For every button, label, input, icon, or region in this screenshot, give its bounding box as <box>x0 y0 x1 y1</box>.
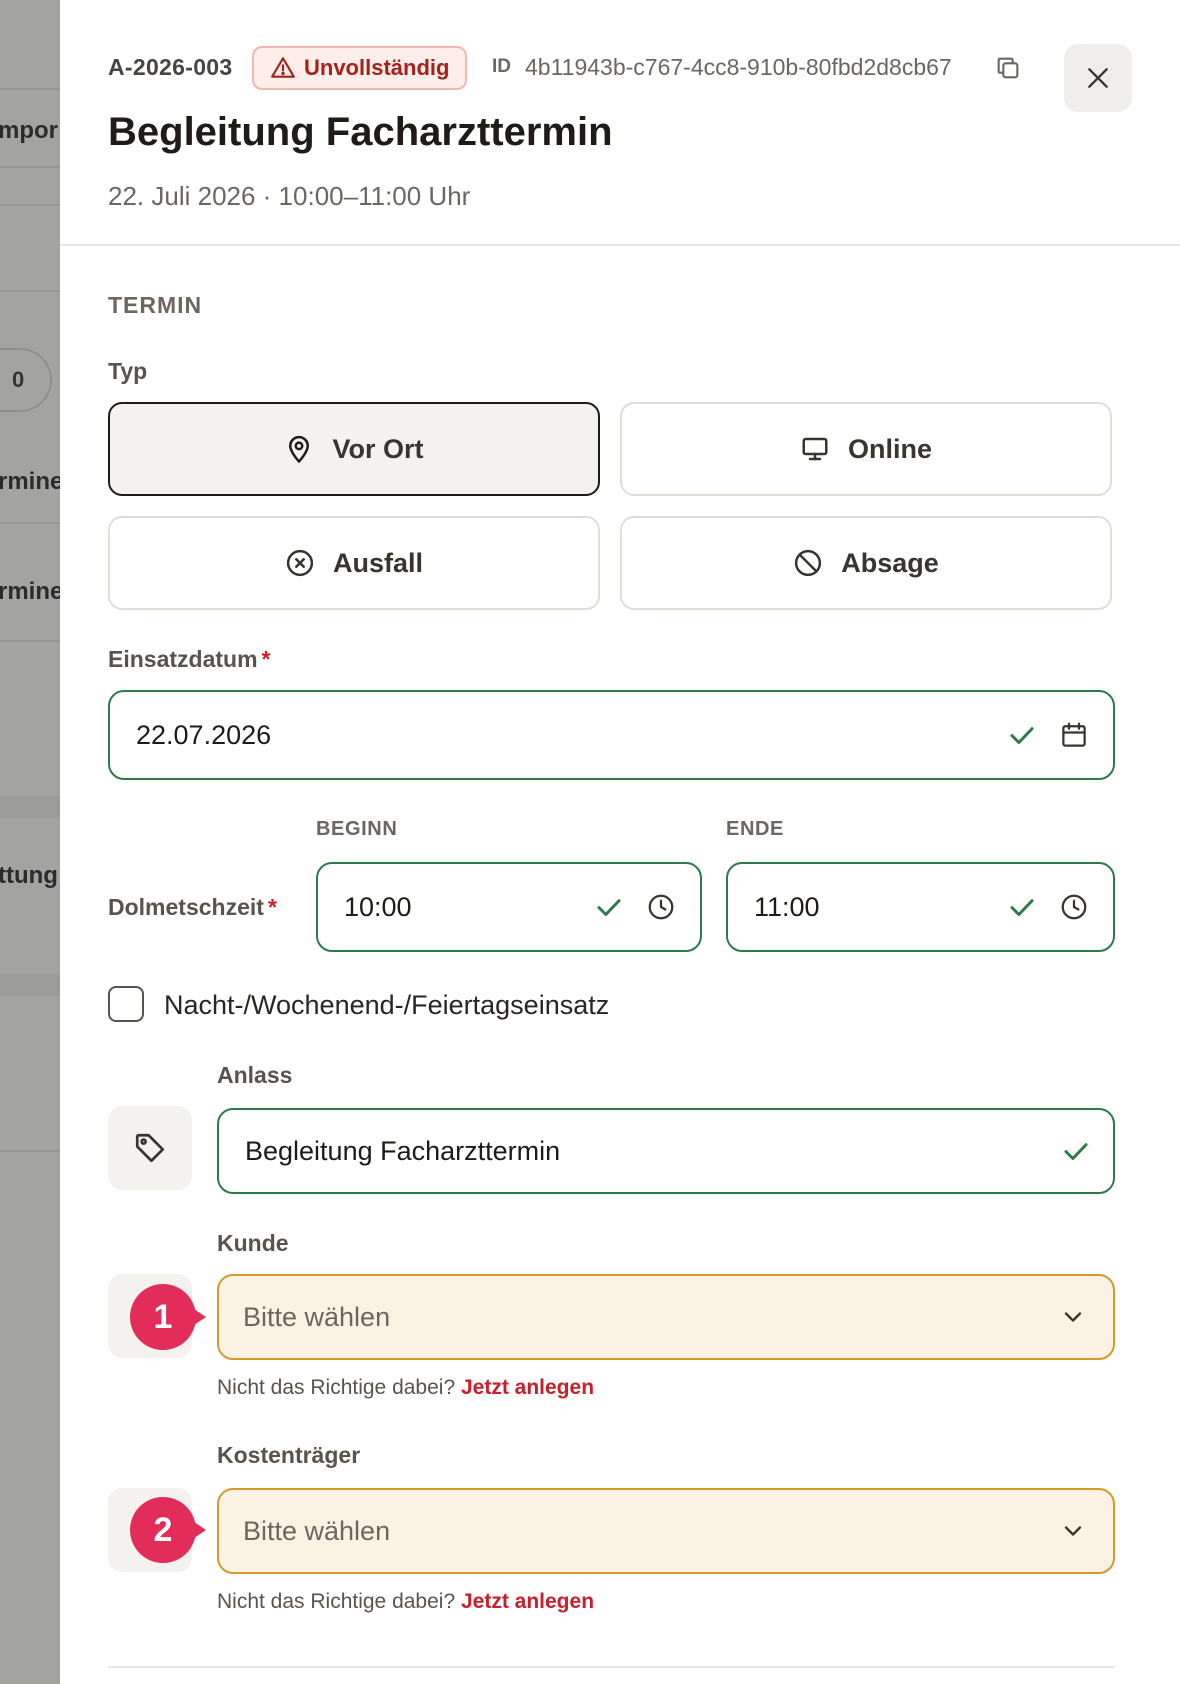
close-button[interactable] <box>1064 44 1132 112</box>
begin-label: BEGINN <box>316 818 398 840</box>
background-app: mpor 0 rmine rmine ttung <box>0 0 60 1684</box>
chevron-down-icon <box>1064 1526 1082 1536</box>
status-badge-label: Unvollständig <box>304 55 450 80</box>
kostentraeger-hint: Nicht das Richtige dabei? Jetzt anlegen <box>217 1590 594 1614</box>
background-text: rmine <box>0 578 60 605</box>
background-text: mpor <box>0 117 58 144</box>
background-divider <box>0 290 60 292</box>
time-label-text: Dolmetschzeit <box>108 894 264 920</box>
type-option-label: Vor Ort <box>332 433 424 464</box>
warning-icon <box>271 57 295 78</box>
page-title: Begleitung Facharzttermin <box>108 110 613 154</box>
appointment-drawer: A-2026-003 Unvollständig ID 4b11943b-c76… <box>60 0 1180 1684</box>
anlass-icon-tile <box>108 1106 192 1190</box>
background-divider <box>0 166 60 168</box>
required-mark: * <box>267 894 277 920</box>
end-label: ENDE <box>726 818 784 840</box>
type-option-label: Online <box>847 433 932 464</box>
kunde-hint-text: Nicht das Richtige dabei? <box>217 1376 456 1399</box>
copy-icon[interactable] <box>994 54 1022 82</box>
time-label: Dolmetschzeit * <box>108 894 277 921</box>
background-text: rmine <box>0 468 60 495</box>
night-weekend-checkbox[interactable] <box>108 986 144 1022</box>
begin-time-value: 10:00 <box>344 891 412 922</box>
date-label-text: Einsatzdatum <box>108 646 258 672</box>
kostentraeger-create-link[interactable]: Jetzt anlegen <box>461 1590 594 1613</box>
calendar-icon[interactable] <box>1059 720 1089 750</box>
check-icon <box>1010 727 1034 744</box>
end-time-value: 11:00 <box>754 891 820 922</box>
step-marker-2: 2 <box>130 1497 206 1563</box>
kunde-label: Kunde <box>217 1230 289 1256</box>
x-circle-icon <box>286 549 314 577</box>
tag-icon <box>135 1133 165 1163</box>
background-divider <box>0 1150 60 1152</box>
kostentraeger-select[interactable]: Bitte wählen <box>217 1488 1115 1574</box>
drawer-header: A-2026-003 Unvollständig ID 4b11943b-c76… <box>60 0 1180 246</box>
date-label: Einsatzdatum * <box>108 646 270 673</box>
background-band <box>0 974 60 996</box>
kunde-hint: Nicht das Richtige dabei? Jetzt anlegen <box>217 1376 594 1400</box>
night-weekend-checkbox-label[interactable]: Nacht-/Wochenend-/Feiertagseinsatz <box>164 990 609 1021</box>
type-label: Typ <box>108 358 148 384</box>
kostentraeger-hint-text: Nicht das Richtige dabei? <box>217 1590 456 1613</box>
check-icon <box>1064 1143 1088 1160</box>
background-divider <box>0 522 60 524</box>
type-option-vor-ort[interactable]: Vor Ort <box>108 402 600 496</box>
date-input[interactable]: 22.07.2026 <box>108 690 1115 780</box>
page-subtitle: 22. Juli 2026 · 10:00–11:00 Uhr <box>108 181 471 211</box>
background-divider <box>0 204 60 206</box>
kunde-select[interactable]: Bitte wählen <box>217 1274 1115 1360</box>
clock-icon[interactable] <box>646 892 676 922</box>
monitor-icon <box>802 437 828 461</box>
check-icon <box>1010 899 1034 916</box>
section-title-termin: TERMIN <box>108 292 203 318</box>
map-pin-icon <box>289 435 310 463</box>
end-time-input[interactable]: 11:00 <box>726 862 1115 952</box>
close-icon <box>1088 68 1108 88</box>
anlass-input-value: Begleitung Facharzttermin <box>245 1135 561 1166</box>
ban-icon <box>795 549 822 577</box>
background-text: ttung <box>0 862 58 889</box>
kunde-select-placeholder: Bitte wählen <box>243 1301 391 1332</box>
kostentraeger-select-placeholder: Bitte wählen <box>243 1515 391 1546</box>
type-option-absage[interactable]: Absage <box>620 516 1112 610</box>
id-label: ID <box>492 56 511 77</box>
id-value: 4b11943b-c767-4cc8-910b-80fbd2d8cb67 <box>525 54 952 80</box>
clock-icon[interactable] <box>1059 892 1089 922</box>
type-option-label: Ausfall <box>332 547 424 578</box>
begin-time-input[interactable]: 10:00 <box>316 862 702 952</box>
anlass-label: Anlass <box>217 1062 293 1088</box>
type-option-online[interactable]: Online <box>620 402 1112 496</box>
chevron-down-icon <box>1064 1312 1082 1322</box>
check-icon <box>597 899 621 916</box>
date-input-value: 22.07.2026 <box>136 719 272 750</box>
status-badge: Unvollständig <box>252 46 468 90</box>
background-divider <box>0 640 60 642</box>
required-mark: * <box>261 646 271 672</box>
background-band <box>0 796 60 818</box>
background-pill: 0 <box>0 348 52 412</box>
kostentraeger-label: Kostenträger <box>217 1442 361 1468</box>
section-divider <box>108 1666 1115 1668</box>
anlass-input[interactable]: Begleitung Facharzttermin <box>217 1108 1115 1194</box>
type-option-ausfall[interactable]: Ausfall <box>108 516 600 610</box>
background-divider <box>0 88 60 90</box>
kunde-create-link[interactable]: Jetzt anlegen <box>461 1376 594 1399</box>
appointment-code: A-2026-003 <box>108 54 233 80</box>
type-option-label: Absage <box>841 547 939 578</box>
step-marker-1: 1 <box>130 1284 206 1350</box>
